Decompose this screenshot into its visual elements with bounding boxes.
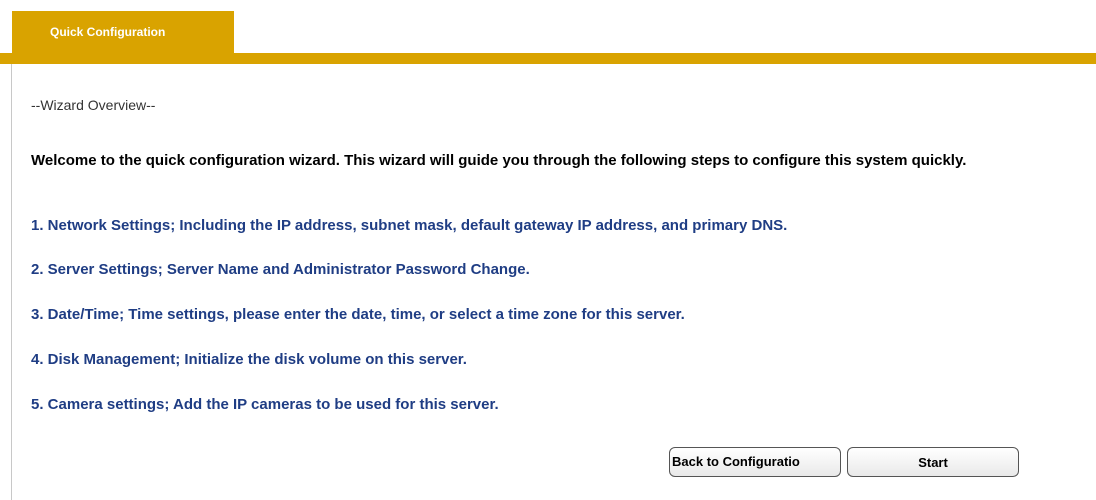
step-camera-settings: 5. Camera settings; Add the IP cameras t… (31, 396, 499, 413)
tab-label: Quick Configuration (50, 25, 166, 39)
step-date-time: 3. Date/Time; Time settings, please ente… (31, 306, 685, 323)
wizard-overview-title: --Wizard Overview-- (31, 97, 156, 113)
step-disk-management: 4. Disk Management; Initialize the disk … (31, 351, 467, 368)
wizard-panel: --Wizard Overview-- Welcome to the quick… (11, 64, 1096, 500)
back-to-configuration-button[interactable]: Back to Configuratio (669, 447, 841, 477)
step-network-settings: 1. Network Settings; Including the IP ad… (31, 217, 788, 234)
welcome-text: Welcome to the quick configuration wizar… (31, 152, 967, 169)
tab-quick-configuration[interactable]: Quick Configuration (12, 11, 234, 54)
tab-strip: Quick Configuration (0, 0, 1096, 64)
start-button[interactable]: Start (847, 447, 1019, 477)
step-server-settings: 2. Server Settings; Server Name and Admi… (31, 261, 530, 278)
tab-underline-bar (0, 53, 1096, 64)
